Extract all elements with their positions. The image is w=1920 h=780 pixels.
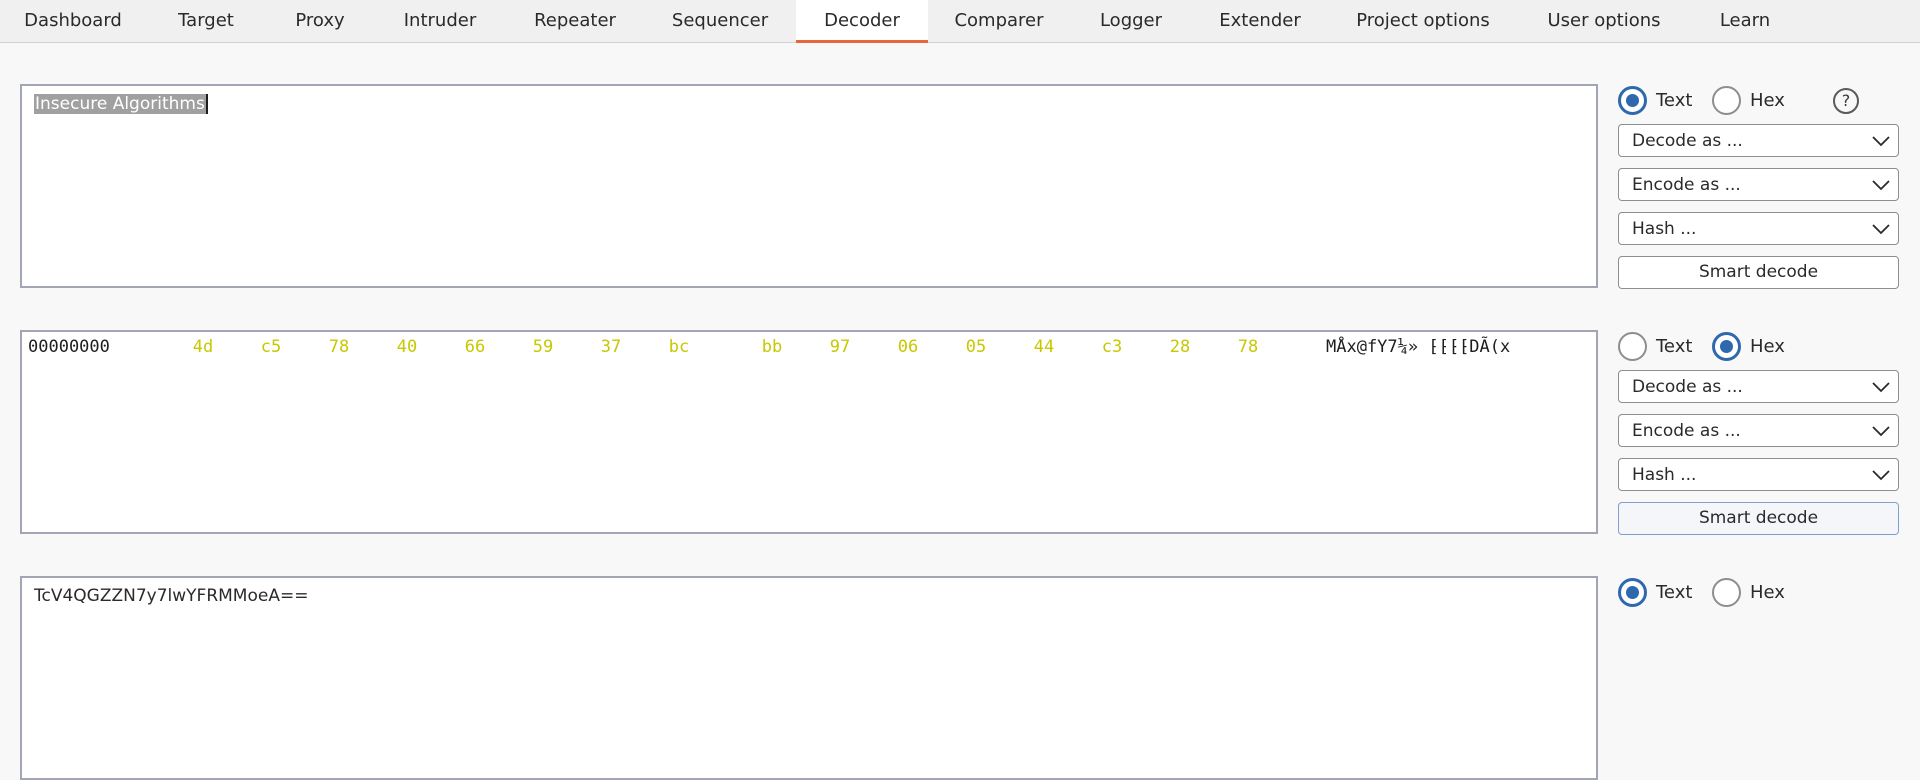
chevron-down-icon	[1872, 136, 1890, 147]
hex-byte[interactable]: 37	[591, 337, 631, 357]
decoder-output-panel-3[interactable]: TcV4QGZZN7y7lwYFRMMoeA==	[20, 576, 1598, 780]
tab-logger[interactable]: Logger	[1070, 0, 1192, 43]
hex-byte[interactable]: 97	[820, 337, 860, 357]
panel-2-hash-label: Hash ...	[1632, 465, 1697, 485]
panel-2-hash-select[interactable]: Hash ...	[1618, 458, 1899, 491]
tab-learn[interactable]: Learn	[1690, 0, 1800, 43]
panel-2-decode-label: Decode as ...	[1632, 377, 1743, 397]
panel-1-hex-radio[interactable]	[1712, 86, 1741, 115]
hex-byte[interactable]: 78	[319, 337, 359, 357]
panel-2-encode-label: Encode as ...	[1632, 421, 1741, 441]
panel-2-mode: Text Hex	[1618, 328, 1900, 362]
panel-2-text-radio[interactable]	[1618, 332, 1647, 361]
tab-project-options[interactable]: Project options	[1328, 0, 1518, 43]
panel-1-encode-select[interactable]: Encode as ...	[1618, 168, 1899, 201]
chevron-down-icon	[1872, 470, 1890, 481]
panel-1-decode-select[interactable]: Decode as ...	[1618, 124, 1899, 157]
selected-text[interactable]: Insecure Algorithms	[34, 94, 208, 114]
hex-byte[interactable]: 44	[1024, 337, 1064, 357]
panel-1-decode-label: Decode as ...	[1632, 131, 1743, 151]
panel-2-smart-decode-button[interactable]: Smart decode	[1618, 502, 1899, 535]
panel-1-controls: Text Hex ? Decode as ... Encode as ... H…	[1618, 82, 1900, 292]
tab-bar: Dashboard Target Proxy Intruder Repeater…	[0, 0, 1920, 43]
hex-byte[interactable]: 4d	[183, 337, 223, 357]
panel-2-encode-select[interactable]: Encode as ...	[1618, 414, 1899, 447]
panel-3-text-label: Text	[1656, 582, 1693, 603]
panel-2-controls: Text Hex Decode as ... Encode as ... Has…	[1618, 328, 1900, 538]
panel-3-mode: Text Hex	[1618, 574, 1900, 608]
hex-ascii[interactable]: MÅx@fY7¼» ⁅⁅⁅⁅DÃ(x	[1326, 337, 1510, 357]
panel-1-mode: Text Hex ?	[1618, 82, 1900, 116]
hex-byte[interactable]: c5	[251, 337, 291, 357]
hex-byte[interactable]: bc	[659, 337, 699, 357]
hex-byte[interactable]: 78	[1228, 337, 1268, 357]
tab-extender[interactable]: Extender	[1192, 0, 1328, 43]
tab-comparer[interactable]: Comparer	[928, 0, 1070, 43]
encoded-text[interactable]: TcV4QGZZN7y7lwYFRMMoeA==	[34, 586, 308, 606]
tab-decoder[interactable]: Decoder	[796, 0, 928, 43]
hex-byte[interactable]: 59	[523, 337, 563, 357]
panel-3-hex-label: Hex	[1750, 582, 1785, 603]
panel-2-hex-radio[interactable]	[1712, 332, 1741, 361]
panel-1-hash-select[interactable]: Hash ...	[1618, 212, 1899, 245]
decoder-hex-panel-2[interactable]: 00000000 4d c5 78 40 66 59 37 bc bb 97 0…	[20, 330, 1598, 534]
hex-byte[interactable]: 28	[1160, 337, 1200, 357]
hex-byte[interactable]: bb	[752, 337, 792, 357]
panel-2-decode-select[interactable]: Decode as ...	[1618, 370, 1899, 403]
hex-offset: 00000000	[28, 337, 110, 357]
hex-byte[interactable]: c3	[1092, 337, 1132, 357]
tab-sequencer[interactable]: Sequencer	[644, 0, 796, 43]
tab-proxy[interactable]: Proxy	[266, 0, 374, 43]
panel-1-encode-label: Encode as ...	[1632, 175, 1741, 195]
hex-row: 00000000 4d c5 78 40 66 59 37 bc bb 97 0…	[22, 332, 1596, 372]
tab-target[interactable]: Target	[146, 0, 266, 43]
hex-byte[interactable]: 66	[455, 337, 495, 357]
chevron-down-icon	[1872, 382, 1890, 393]
panel-1-smart-decode-button[interactable]: Smart decode	[1618, 256, 1899, 289]
panel-1-hex-label: Hex	[1750, 90, 1785, 111]
hex-byte[interactable]: 40	[387, 337, 427, 357]
panel-1-hash-label: Hash ...	[1632, 219, 1697, 239]
tab-dashboard[interactable]: Dashboard	[0, 0, 146, 43]
hex-byte[interactable]: 06	[888, 337, 928, 357]
tab-repeater[interactable]: Repeater	[506, 0, 644, 43]
tab-user-options[interactable]: User options	[1518, 0, 1690, 43]
panel-3-hex-radio[interactable]	[1712, 578, 1741, 607]
panel-3-text-radio[interactable]	[1618, 578, 1647, 607]
panel-1-text-radio[interactable]	[1618, 86, 1647, 115]
decoder-input-panel-1[interactable]: Insecure Algorithms	[20, 84, 1598, 288]
panel-3-controls: Text Hex	[1618, 574, 1900, 608]
chevron-down-icon	[1872, 180, 1890, 191]
tab-intruder[interactable]: Intruder	[374, 0, 506, 43]
chevron-down-icon	[1872, 426, 1890, 437]
help-icon[interactable]: ?	[1833, 88, 1859, 114]
panel-2-hex-label: Hex	[1750, 336, 1785, 357]
hex-byte[interactable]: 05	[956, 337, 996, 357]
panel-1-text-label: Text	[1656, 90, 1693, 111]
chevron-down-icon	[1872, 224, 1890, 235]
panel-2-text-label: Text	[1656, 336, 1693, 357]
